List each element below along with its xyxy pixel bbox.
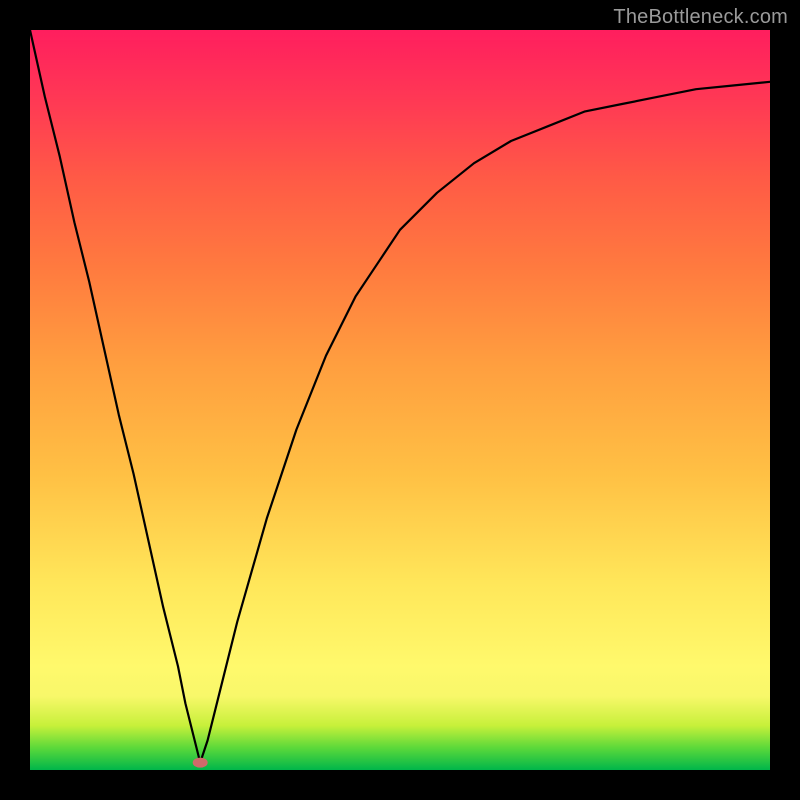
bottleneck-curve bbox=[30, 30, 770, 763]
chart-frame: TheBottleneck.com bbox=[0, 0, 800, 800]
plot-area bbox=[30, 30, 770, 770]
curve-svg bbox=[30, 30, 770, 770]
min-marker bbox=[193, 758, 207, 767]
watermark-text: TheBottleneck.com bbox=[613, 6, 788, 29]
